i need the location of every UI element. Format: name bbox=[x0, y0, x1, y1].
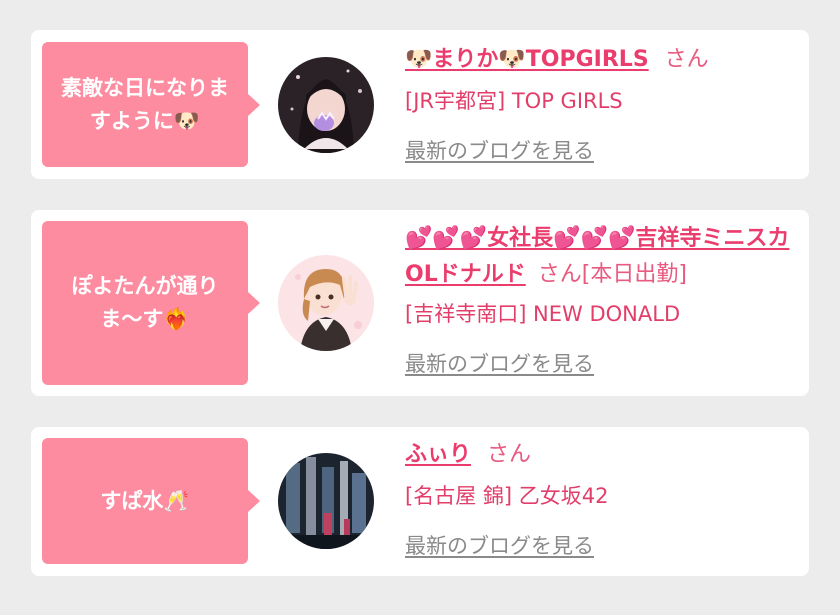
message-text: すぱ水🥂 bbox=[100, 488, 190, 513]
card-2: ぽよたんが通り ま〜す❤️‍🔥 💕💕💕女社長💕💕💕吉祥寺ミニスカOLドナルド さん… bbox=[31, 210, 809, 396]
info-block: 💕💕💕女社長💕💕💕吉祥寺ミニスカOLドナルド さん[本日出勤] [吉祥寺南口] N… bbox=[405, 221, 805, 379]
message-bubble: ぽよたんが通り ま〜す❤️‍🔥 bbox=[42, 221, 260, 385]
name-line: 🐶まりか🐶TOPGIRLS さん bbox=[405, 42, 805, 78]
info-block: 🐶まりか🐶TOPGIRLS さん [JR宇都宮] TOP GIRLS 最新のブログ… bbox=[405, 42, 805, 166]
girl-photo-avatar-icon[interactable] bbox=[278, 57, 374, 153]
message-text: 素敵な日になりま すように🐶 bbox=[61, 75, 229, 133]
honorific: さん bbox=[487, 442, 532, 467]
card-1: 素敵な日になりま すように🐶 🐶まりか🐶TOPGIRLS さん [JR宇都宮] T… bbox=[31, 30, 809, 179]
shop-name: [名古屋 錦] 乙女坂42 bbox=[405, 484, 609, 508]
name-line: 💕💕💕女社長💕💕💕吉祥寺ミニスカOLドナルド さん[本日出勤] bbox=[405, 221, 805, 293]
message-text: ぽよたんが通り ま〜す❤️‍🔥 bbox=[71, 274, 219, 331]
message-bubble: すぱ水🥂 bbox=[42, 438, 260, 564]
latest-blog-link[interactable]: 最新のブログを見る bbox=[405, 349, 594, 379]
info-block: ふぃり さん [名古屋 錦] 乙女坂42 最新のブログを見る bbox=[405, 437, 805, 561]
latest-blog-link[interactable]: 最新のブログを見る bbox=[405, 136, 594, 166]
shop-name: [吉祥寺南口] NEW DONALD bbox=[405, 302, 681, 326]
night-scene-avatar-icon[interactable] bbox=[278, 453, 374, 549]
name-line: ふぃり さん bbox=[405, 437, 805, 473]
latest-blog-link[interactable]: 最新のブログを見る bbox=[405, 531, 594, 561]
girl-name-link[interactable]: 🐶まりか🐶TOPGIRLS bbox=[405, 47, 649, 72]
status-badge: [本日出勤] bbox=[581, 262, 687, 287]
girl-name-link[interactable]: ふぃり bbox=[405, 442, 471, 467]
message-bubble: 素敵な日になりま すように🐶 bbox=[42, 42, 260, 167]
honorific: さん bbox=[537, 262, 582, 287]
shop-name: [JR宇都宮] TOP GIRLS bbox=[405, 89, 623, 113]
honorific: さん bbox=[664, 47, 709, 72]
anime-girl-avatar-icon[interactable] bbox=[278, 255, 374, 351]
card-3: すぱ水🥂 ふぃり さん [名古屋 錦] 乙女坂42 最新のブログを見る bbox=[31, 427, 809, 576]
